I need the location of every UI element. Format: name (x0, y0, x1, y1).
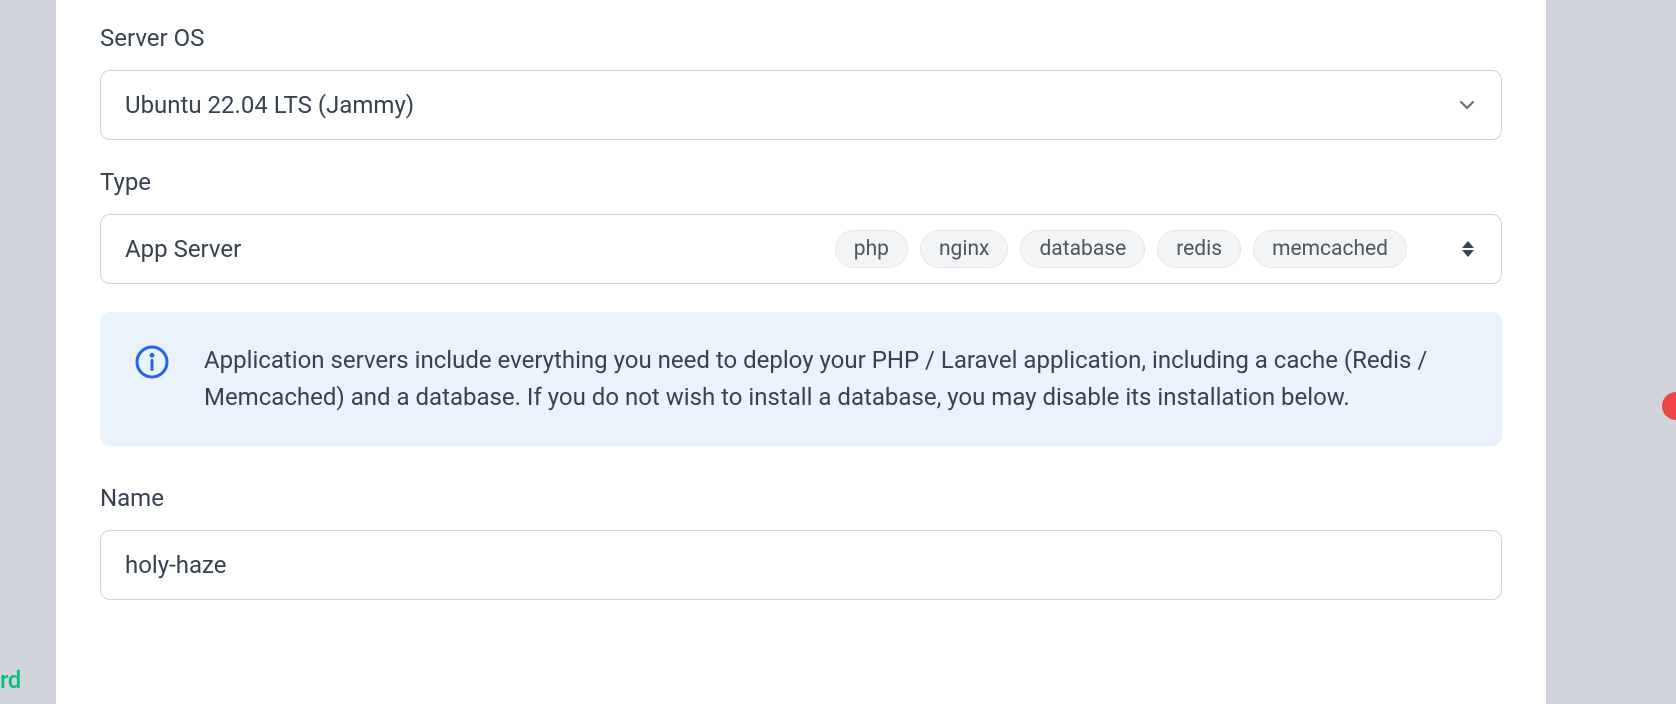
tag-database: database (1020, 230, 1145, 268)
info-banner: Application servers include everything y… (100, 312, 1502, 446)
tag-nginx: nginx (920, 230, 1009, 268)
server-os-label: Server OS (100, 24, 1502, 52)
server-config-panel: Server OS Ubuntu 22.04 LTS (Jammy) Type … (56, 0, 1546, 704)
background-sidebar-text: rd (0, 666, 21, 694)
select-updown-icon (1459, 237, 1477, 261)
chevron-down-icon (1455, 93, 1479, 117)
info-banner-text: Application servers include everything y… (204, 342, 1468, 416)
type-selected-value: App Server (125, 235, 241, 263)
tag-redis: redis (1157, 230, 1241, 268)
type-tags: php nginx database redis memcached (835, 230, 1407, 268)
type-group: Type App Server php nginx database redis… (100, 168, 1502, 284)
server-os-select[interactable]: Ubuntu 22.04 LTS (Jammy) (100, 70, 1502, 140)
info-icon (134, 344, 170, 380)
tag-memcached: memcached (1253, 230, 1407, 268)
name-input[interactable] (100, 530, 1502, 600)
name-group: Name (100, 484, 1502, 600)
name-label: Name (100, 484, 1502, 512)
server-os-selected-value: Ubuntu 22.04 LTS (Jammy) (125, 91, 414, 119)
type-select[interactable]: App Server php nginx database redis memc… (100, 214, 1502, 284)
type-label: Type (100, 168, 1502, 196)
server-os-group: Server OS Ubuntu 22.04 LTS (Jammy) (100, 0, 1502, 140)
tag-php: php (835, 230, 908, 268)
notification-dot-icon (1662, 392, 1676, 420)
